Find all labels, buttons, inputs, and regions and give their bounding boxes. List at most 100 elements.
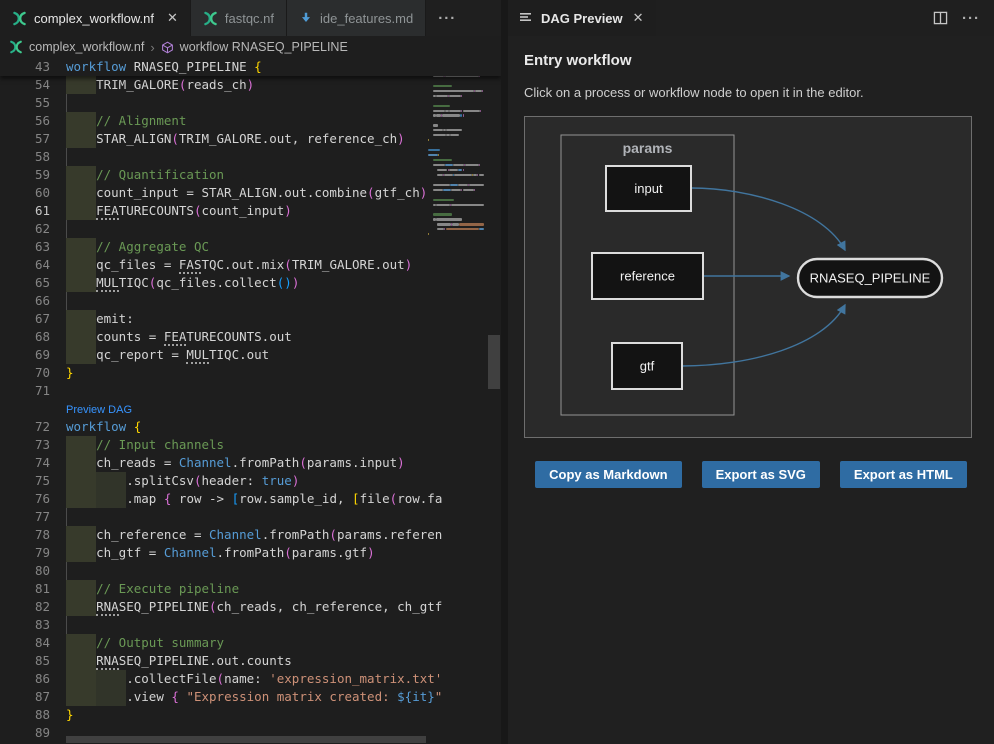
code-line[interactable]: 59 // Quantification: [0, 166, 501, 184]
code-line[interactable]: 79 ch_gtf = Channel.fromPath(params.gtf): [0, 544, 501, 562]
line-number: 87: [0, 688, 50, 706]
line-number: 86: [0, 670, 50, 688]
panel-body: Entry workflow Click on a process or wor…: [508, 36, 994, 744]
code-line[interactable]: 75 .splitCsv(header: true): [0, 472, 501, 490]
code-line[interactable]: 67 emit:: [0, 310, 501, 328]
line-number: 85: [0, 652, 50, 670]
split-editor-icon[interactable]: [933, 11, 948, 25]
line-number: 54: [0, 76, 50, 94]
line-number: 71: [0, 382, 50, 400]
code-line[interactable]: 60 count_input = STAR_ALIGN.out.combine(…: [0, 184, 501, 202]
export-as-html-button[interactable]: Export as HTML: [840, 461, 967, 488]
code-line[interactable]: 86 .collectFile(name: 'expression_matrix…: [0, 670, 501, 688]
code-line[interactable]: 69 qc_report = MULTIQC.out: [0, 346, 501, 364]
code-line[interactable]: 70}: [0, 364, 501, 382]
code-line[interactable]: 81 // Execute pipeline: [0, 580, 501, 598]
code-line[interactable]: 87 .view { "Expression matrix created: $…: [0, 688, 501, 706]
line-number: 55: [0, 94, 50, 112]
code-line[interactable]: 62: [0, 220, 501, 238]
panel-description: Click on a process or workflow node to o…: [524, 85, 978, 100]
dag-node-RNASEQ_PIPELINE[interactable]: RNASEQ_PIPELINE: [798, 259, 942, 297]
code-line[interactable]: 82 RNASEQ_PIPELINE(ch_reads, ch_referenc…: [0, 598, 501, 616]
line-number: 84: [0, 634, 50, 652]
vscode-window: complex_workflow.nf ✕ fastqc.nf: [0, 0, 994, 744]
dag-node-input[interactable]: input: [606, 166, 691, 211]
editor-panel-sash[interactable]: [501, 0, 508, 744]
editor-group: complex_workflow.nf ✕ fastqc.nf: [0, 0, 501, 744]
line-number: 77: [0, 508, 50, 526]
dag-node-reference[interactable]: reference: [592, 253, 703, 299]
export-buttons: Copy as Markdown Export as SVG Export as…: [524, 461, 978, 488]
nextflow-icon: [9, 40, 23, 54]
code-line[interactable]: 71: [0, 382, 501, 400]
export-as-svg-button[interactable]: Export as SVG: [702, 461, 820, 488]
tab-complex-workflow[interactable]: complex_workflow.nf ✕: [0, 0, 191, 36]
close-icon[interactable]: ✕: [167, 10, 178, 26]
code-line[interactable]: 58: [0, 148, 501, 166]
code-line[interactable]: 55: [0, 94, 501, 112]
line-number: 82: [0, 598, 50, 616]
code-line[interactable]: 83: [0, 616, 501, 634]
dag-edge-gtf-to-RNASEQ_PIPELINE: [682, 305, 845, 366]
code-line[interactable]: 84 // Output summary: [0, 634, 501, 652]
editor-tabbar: complex_workflow.nf ✕ fastqc.nf: [0, 0, 501, 36]
dag-svg: paramsinputreferencegtfRNASEQ_PIPELINE: [525, 117, 971, 437]
code-line[interactable]: 63 // Aggregate QC: [0, 238, 501, 256]
code-lens-link[interactable]: Preview DAG: [66, 404, 132, 416]
panel-actions: ···: [933, 0, 994, 36]
code-line[interactable]: 85 RNASEQ_PIPELINE.out.counts: [0, 652, 501, 670]
code-line[interactable]: 77: [0, 508, 501, 526]
code-line[interactable]: 64 qc_files = FASTQC.out.mix(TRIM_GALORE…: [0, 256, 501, 274]
code-line[interactable]: 65 MULTIQC(qc_files.collect()): [0, 274, 501, 292]
code-line[interactable]: 43workflow RNASEQ_PIPELINE {: [0, 58, 501, 76]
line-number: 57: [0, 130, 50, 148]
preview-list-icon: [520, 12, 533, 24]
line-number: 65: [0, 274, 50, 292]
tab-dag-preview[interactable]: DAG Preview ✕: [508, 0, 656, 36]
line-number: 89: [0, 724, 50, 742]
line-number: 78: [0, 526, 50, 544]
copy-as-markdown-button[interactable]: Copy as Markdown: [535, 461, 681, 488]
code-line[interactable]: 72workflow {: [0, 418, 501, 436]
tab-ide-features[interactable]: ide_features.md: [287, 0, 426, 36]
code-line[interactable]: 68 counts = FEATURECOUNTS.out: [0, 328, 501, 346]
code-line[interactable]: 80: [0, 562, 501, 580]
line-number: [0, 400, 50, 418]
line-number: 68: [0, 328, 50, 346]
line-number: 74: [0, 454, 50, 472]
code-line[interactable]: 54 TRIM_GALORE(reads_ch): [0, 76, 501, 94]
line-number: 63: [0, 238, 50, 256]
line-number: 64: [0, 256, 50, 274]
minimap[interactable]: [428, 59, 486, 744]
more-actions-icon[interactable]: ···: [962, 10, 980, 27]
line-number: 80: [0, 562, 50, 580]
code-line[interactable]: 56 // Alignment: [0, 112, 501, 130]
code-line[interactable]: 73 // Input channels: [0, 436, 501, 454]
line-number: 62: [0, 220, 50, 238]
dag-node-label: gtf: [640, 359, 655, 374]
code-line[interactable]: 66: [0, 292, 501, 310]
code-editor[interactable]: 43workflow RNASEQ_PIPELINE { 54 TRIM_GAL…: [0, 58, 501, 744]
close-icon[interactable]: ✕: [633, 10, 644, 26]
tab-fastqc[interactable]: fastqc.nf: [191, 0, 287, 36]
vertical-scrollbar[interactable]: [488, 335, 500, 389]
horizontal-scrollbar[interactable]: [66, 736, 426, 743]
sticky-scroll-line[interactable]: 43workflow RNASEQ_PIPELINE {: [0, 58, 501, 76]
dag-node-gtf[interactable]: gtf: [612, 343, 682, 389]
code-lens-line[interactable]: Preview DAG: [0, 400, 501, 418]
tab-overflow-button[interactable]: ···: [426, 0, 468, 36]
code-line[interactable]: 57 STAR_ALIGN(TRIM_GALORE.out, reference…: [0, 130, 501, 148]
code-line[interactable]: 74 ch_reads = Channel.fromPath(params.in…: [0, 454, 501, 472]
code-line[interactable]: 61 FEATURECOUNTS(count_input): [0, 202, 501, 220]
dag-node-label: input: [634, 181, 663, 196]
code-lines: 54 TRIM_GALORE(reads_ch)5556 // Alignmen…: [0, 76, 501, 742]
line-number: 79: [0, 544, 50, 562]
line-number: 88: [0, 706, 50, 724]
breadcrumb-separator: ›: [150, 40, 154, 55]
line-number: 58: [0, 148, 50, 166]
code-line[interactable]: 88}: [0, 706, 501, 724]
breadcrumb-symbol[interactable]: workflow RNASEQ_PIPELINE: [180, 40, 348, 54]
code-line[interactable]: 76 .map { row -> [row.sample_id, [file(r…: [0, 490, 501, 508]
breadcrumb-file[interactable]: complex_workflow.nf: [29, 40, 144, 54]
code-line[interactable]: 78 ch_reference = Channel.fromPath(param…: [0, 526, 501, 544]
